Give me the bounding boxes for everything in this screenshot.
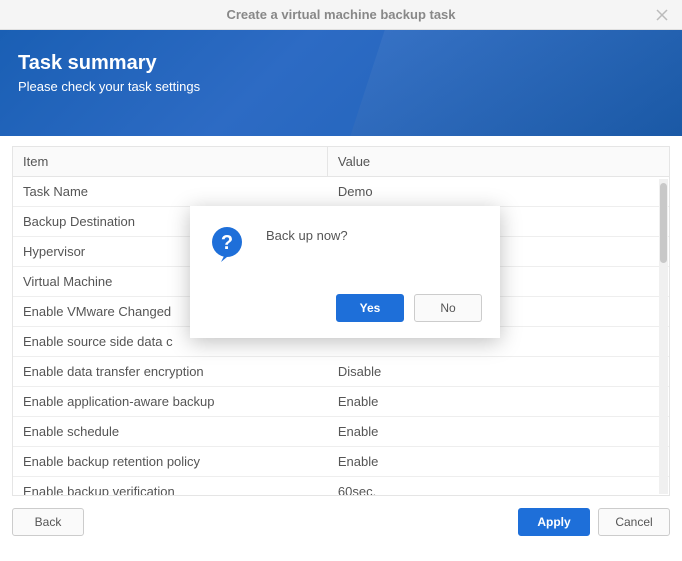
window-header: Create a virtual machine backup task bbox=[0, 0, 682, 30]
cell-item: Enable schedule bbox=[13, 418, 328, 445]
table-row: Enable application-aware backupEnable bbox=[13, 387, 669, 417]
cell-value: Disable bbox=[328, 358, 669, 385]
col-header-value: Value bbox=[328, 154, 669, 169]
cell-value: Enable bbox=[328, 388, 669, 415]
table-row: Enable backup retention policyEnable bbox=[13, 447, 669, 477]
spacer bbox=[92, 508, 510, 536]
confirm-dialog: ? Back up now? Yes No bbox=[190, 206, 500, 338]
question-icon: ? bbox=[208, 224, 250, 266]
cell-value: Enable bbox=[328, 448, 669, 475]
table-row: Task NameDemo bbox=[13, 177, 669, 207]
table-row: Enable data transfer encryptionDisable bbox=[13, 357, 669, 387]
no-button[interactable]: No bbox=[414, 294, 482, 322]
table-row: Enable scheduleEnable bbox=[13, 417, 669, 447]
table-header: Item Value bbox=[13, 147, 669, 177]
col-header-item: Item bbox=[13, 147, 328, 176]
cell-value: Enable bbox=[328, 418, 669, 445]
cell-item: Enable application-aware backup bbox=[13, 388, 328, 415]
hero-title: Task summary bbox=[18, 52, 664, 75]
footer-buttons: Back Apply Cancel bbox=[0, 496, 682, 548]
hero-banner: Task summary Please check your task sett… bbox=[0, 30, 682, 136]
yes-button[interactable]: Yes bbox=[336, 294, 404, 322]
scrollbar-thumb[interactable] bbox=[660, 183, 667, 263]
back-button[interactable]: Back bbox=[12, 508, 84, 536]
cell-item: Task Name bbox=[13, 178, 328, 205]
scrollbar-track[interactable] bbox=[659, 179, 668, 494]
table-row: Enable backup verification60sec. bbox=[13, 477, 669, 495]
dialog-body: ? Back up now? bbox=[208, 224, 482, 266]
close-icon[interactable] bbox=[654, 7, 670, 23]
apply-button[interactable]: Apply bbox=[518, 508, 590, 536]
window-title: Create a virtual machine backup task bbox=[226, 7, 455, 22]
hero-subtitle: Please check your task settings bbox=[18, 79, 664, 94]
cell-item: Enable data transfer encryption bbox=[13, 358, 328, 385]
cancel-button[interactable]: Cancel bbox=[598, 508, 670, 536]
cell-item: Enable backup verification bbox=[13, 478, 328, 495]
dialog-message: Back up now? bbox=[266, 224, 348, 243]
cell-value: 60sec. bbox=[328, 478, 669, 495]
svg-text:?: ? bbox=[221, 232, 233, 254]
cell-value: Demo bbox=[328, 178, 669, 205]
cell-item: Enable backup retention policy bbox=[13, 448, 328, 475]
dialog-buttons: Yes No bbox=[208, 294, 482, 322]
